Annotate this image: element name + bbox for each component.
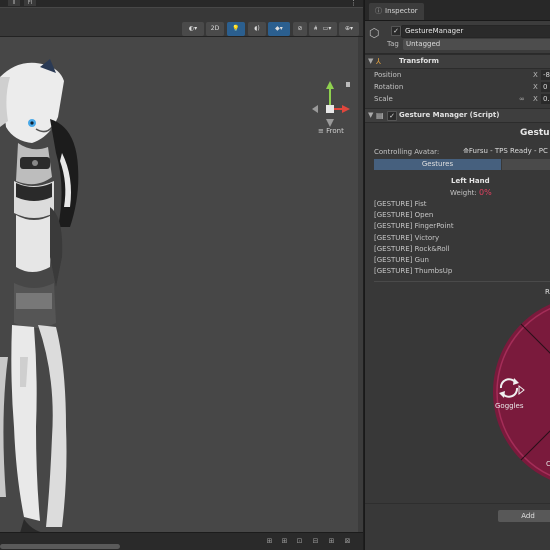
gesture-item[interactable]: [GESTURE] FingerPoint bbox=[374, 221, 550, 232]
object-name-field[interactable]: GestureManager bbox=[401, 25, 550, 38]
custom-tool-icon[interactable]: ⊠ bbox=[343, 537, 352, 546]
weight-readout: Weight: 0% bbox=[450, 188, 492, 197]
avatar-model[interactable] bbox=[0, 57, 90, 550]
unity-editor: II FI ⋮ ◐▾ 2D 💡 ◖) ◆▾ ⊘ # ▭▾ ⊕▾ ≡ Front … bbox=[0, 0, 550, 550]
orientation-label[interactable]: ≡ Front bbox=[318, 127, 344, 135]
transform-header[interactable]: ▼ ⅄ Transform bbox=[365, 54, 550, 69]
more-options-icon[interactable]: ⋮ bbox=[350, 0, 357, 7]
orientation-text: Front bbox=[326, 127, 344, 135]
radial-menu-title: R bbox=[545, 288, 550, 296]
scale-x-axis: X bbox=[533, 95, 538, 103]
menu-lines-icon: ≡ bbox=[318, 127, 324, 135]
scale-tool-icon[interactable]: ⊡ bbox=[295, 537, 304, 546]
gesture-item[interactable]: [GESTURE] Victory bbox=[374, 233, 550, 244]
gameobject-cube-icon[interactable]: ⬡ bbox=[369, 26, 383, 40]
gesture-item[interactable]: [GESTURE] Gun bbox=[374, 255, 550, 266]
gesture-item[interactable]: [GESTURE] Rock&Roll bbox=[374, 244, 550, 255]
rotation-row: Rotation X 0 bbox=[365, 81, 550, 93]
gesture-list: [GESTURE] Fist [GESTURE] Open [GESTURE] … bbox=[374, 199, 550, 277]
lighting-toggle-icon[interactable]: 💡 bbox=[227, 22, 245, 36]
transform-title: Transform bbox=[399, 57, 439, 65]
rotation-label: Rotation bbox=[374, 83, 404, 91]
foldout-arrow-icon[interactable]: ▼ bbox=[368, 109, 373, 122]
hand-title: Left Hand bbox=[451, 177, 490, 185]
inspector-bottom-divider bbox=[365, 503, 550, 504]
position-label: Position bbox=[374, 71, 402, 79]
script-icon: ▤ bbox=[376, 111, 384, 120]
pause-button[interactable]: II bbox=[8, 0, 20, 6]
scene-top-strip: II FI ⋮ bbox=[0, 0, 363, 7]
tag-dropdown[interactable]: Untagged bbox=[403, 39, 550, 50]
draw-mode-dropdown[interactable]: ◐▾ bbox=[182, 22, 204, 36]
radial-item-goggles[interactable]: Goggles bbox=[495, 402, 524, 410]
transform-icon: ⅄ bbox=[376, 57, 381, 66]
object-header: ⬡ ✓ GestureManager Tag Untagged bbox=[365, 21, 550, 54]
weight-value: 0% bbox=[478, 188, 492, 197]
weight-label: Weight: bbox=[450, 189, 477, 197]
rotation-x-axis: X bbox=[533, 83, 538, 91]
position-x-field[interactable]: -8 bbox=[541, 70, 550, 80]
scale-label: Scale bbox=[374, 95, 393, 103]
script-enabled-checkbox[interactable]: ✓ bbox=[387, 111, 397, 121]
step-button[interactable]: FI bbox=[24, 0, 36, 6]
radial-item-bottom[interactable]: C bbox=[546, 460, 550, 468]
active-checkbox[interactable]: ✓ bbox=[391, 26, 401, 36]
transform-tool-icon[interactable]: ⊞ bbox=[327, 537, 336, 546]
scene-viewport[interactable]: ≡ Front bbox=[0, 37, 363, 544]
gizmos-dropdown-icon[interactable]: ⊕▾ bbox=[339, 22, 359, 36]
scale-row: Scale ∞ X 0.2 bbox=[365, 93, 550, 105]
gesture-item[interactable]: [GESTURE] ThumbsUp bbox=[374, 266, 550, 277]
gesture-item[interactable]: [GESTURE] Open bbox=[374, 210, 550, 221]
tag-label: Tag bbox=[387, 40, 399, 48]
scene-view[interactable]: II FI ⋮ ◐▾ 2D 💡 ◖) ◆▾ ⊘ # ▭▾ ⊕▾ ≡ Front … bbox=[0, 0, 363, 550]
info-icon: ⓘ bbox=[375, 7, 382, 15]
tab-inspector-label: Inspector bbox=[385, 7, 418, 15]
rotate-tool-icon[interactable]: ⊞ bbox=[280, 537, 289, 546]
scale-x-field[interactable]: 0.2 bbox=[541, 94, 550, 104]
effects-dropdown-icon[interactable]: ◆▾ bbox=[268, 22, 290, 36]
position-x-axis: X bbox=[533, 71, 538, 79]
script-title: Gesture Manager (Script) bbox=[399, 111, 500, 119]
rect-tool-icon[interactable]: ⊟ bbox=[311, 537, 320, 546]
tab-gestures[interactable]: Gestures bbox=[374, 159, 501, 170]
script-header[interactable]: ▼ ▤ ✓ Gesture Manager (Script) bbox=[365, 108, 550, 123]
foldout-arrow-icon[interactable]: ▼ bbox=[368, 55, 373, 68]
hidden-objects-icon[interactable]: ⊘ bbox=[293, 22, 307, 36]
scene-vertical-scrollbar[interactable] bbox=[358, 37, 363, 532]
inspector-panel: ⓘ Inspector ⬡ ✓ GestureManager Tag Untagg… bbox=[364, 0, 550, 550]
camera-dropdown-icon[interactable]: ▭▾ bbox=[317, 22, 337, 36]
add-component-button[interactable]: Add bbox=[498, 510, 550, 522]
tab-inspector[interactable]: ⓘ Inspector bbox=[369, 3, 424, 20]
constrain-link-icon[interactable]: ∞ bbox=[519, 93, 525, 105]
tab-secondary[interactable] bbox=[502, 159, 550, 170]
goggles-reload-icon[interactable] bbox=[495, 376, 525, 400]
scene-horizontal-scrollbar[interactable] bbox=[0, 544, 120, 549]
rotation-x-field[interactable]: 0 bbox=[541, 82, 550, 92]
section-divider bbox=[374, 281, 550, 282]
controlling-avatar-value: Fursu - TPS Ready - PC bbox=[468, 147, 548, 155]
audio-toggle-icon[interactable]: ◖) bbox=[248, 22, 266, 36]
scene-toolbar: ◐▾ 2D 💡 ◖) ◆▾ ⊘ # ▭▾ ⊕▾ bbox=[0, 8, 363, 37]
inspector-tabbar: ⓘ Inspector bbox=[365, 0, 550, 21]
position-row: Position X -8 bbox=[365, 69, 550, 81]
move-tool-icon[interactable]: ⊞ bbox=[265, 537, 274, 546]
controlling-avatar-label: Controlling Avatar: bbox=[374, 148, 440, 156]
gesture-manager-heading: Gesture bbox=[520, 128, 550, 138]
toggle-2d-button[interactable]: 2D bbox=[206, 22, 224, 36]
gesture-item[interactable]: [GESTURE] Fist bbox=[374, 199, 550, 210]
controlling-avatar-field[interactable]: ⟰Fursu - TPS Ready - PC bbox=[463, 146, 550, 157]
